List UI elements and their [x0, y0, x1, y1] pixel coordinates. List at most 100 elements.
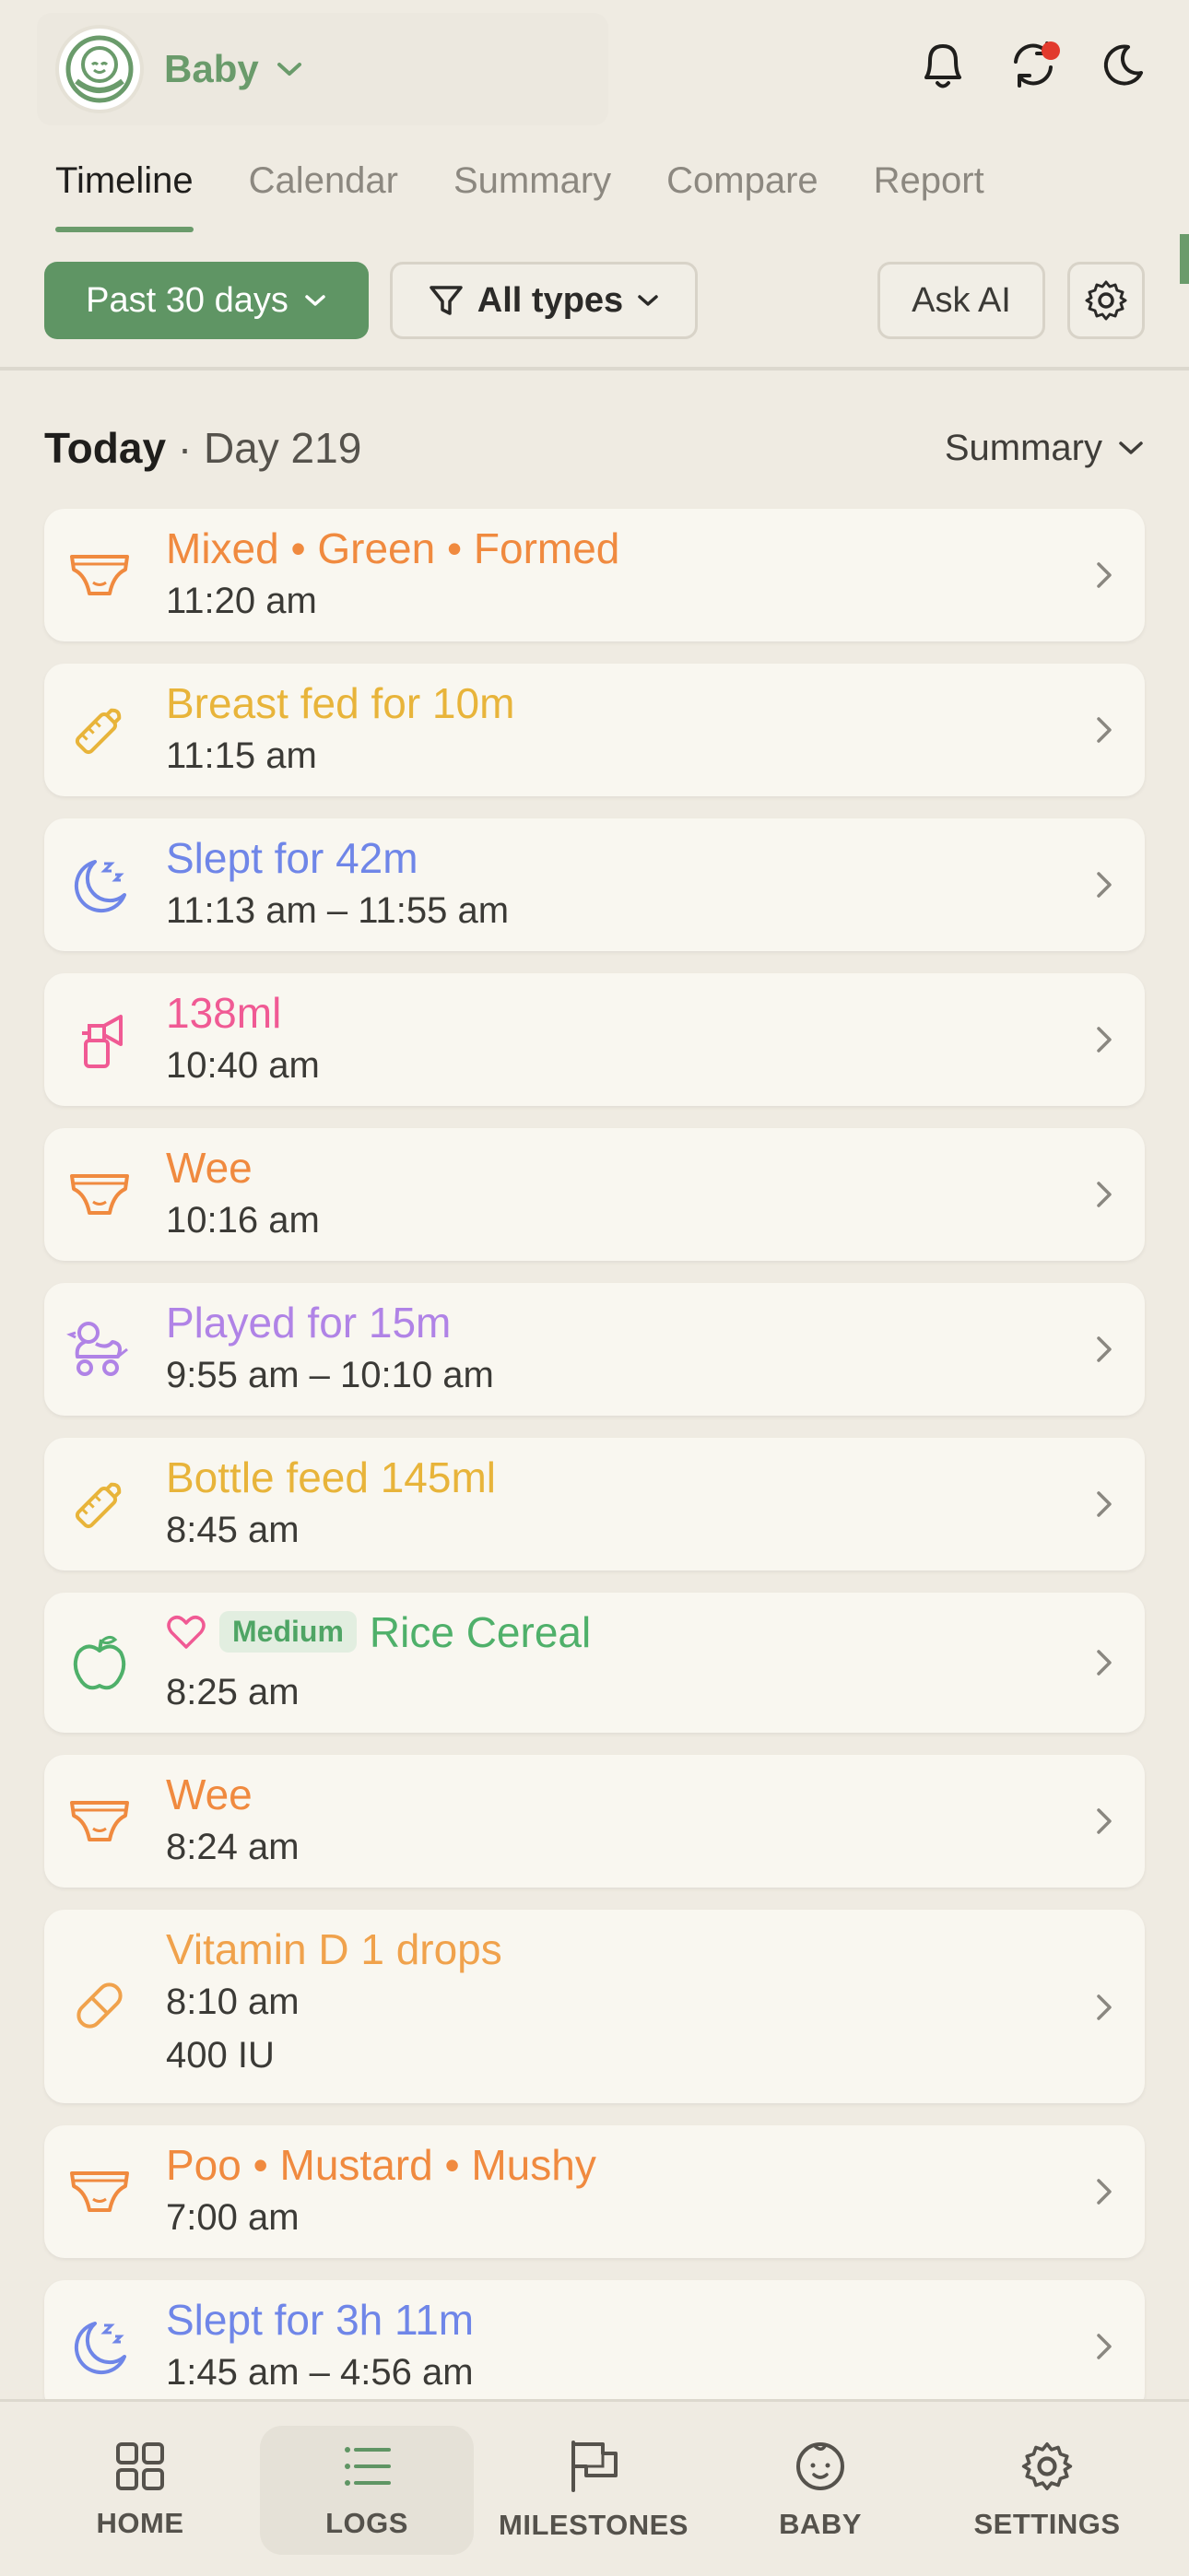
entry-title: Vitamin D 1 drops — [166, 1925, 502, 1973]
intensity-badge: Medium — [219, 1611, 357, 1653]
summary-toggle[interactable]: Summary — [945, 428, 1145, 469]
entry-time: 8:45 am — [166, 1510, 300, 1550]
entry-time: 8:25 am — [166, 1672, 300, 1712]
nav-label: BABY — [779, 2508, 862, 2540]
type-filter-label: All types — [477, 280, 624, 320]
bottle-icon — [65, 1469, 135, 1539]
list-item[interactable]: Wee 10:16 am — [44, 1128, 1145, 1261]
tab-report[interactable]: Report — [874, 147, 984, 236]
pill-icon — [65, 1970, 135, 2041]
filter-divider — [0, 367, 1189, 371]
entry-dose: 400 IU — [166, 2035, 275, 2076]
entry-title: Bottle feed 145ml — [166, 1453, 497, 1501]
sync-icon[interactable] — [1005, 36, 1062, 93]
header-actions — [914, 28, 1152, 101]
list-item[interactable]: Slept for 3h 11m 1:45 am – 4:56 am — [44, 2280, 1145, 2413]
gear-icon — [1085, 280, 1127, 321]
flag-icon — [571, 2441, 618, 2492]
tab-calendar[interactable]: Calendar — [249, 147, 398, 236]
bottle-icon — [65, 695, 135, 765]
list-item[interactable]: Wee 8:24 am — [44, 1755, 1145, 1888]
entry-title: Medium Rice Cereal — [166, 1607, 591, 1657]
entry-time: 9:55 am – 10:10 am — [166, 1355, 494, 1395]
chevron-right-icon — [1097, 2334, 1112, 2359]
chevron-right-icon — [1097, 1027, 1112, 1053]
chevron-right-icon — [1097, 1336, 1112, 1362]
view-tabs: Timeline Calendar Summary Compare Report — [55, 147, 1040, 236]
list-item[interactable]: Vitamin D 1 drops 8:10 am 400 IU — [44, 1910, 1145, 2103]
tab-compare[interactable]: Compare — [666, 147, 818, 236]
entry-time: 8:24 am — [166, 1827, 300, 1867]
entry-title: Played for 15m — [166, 1299, 452, 1347]
summary-label: Summary — [944, 427, 1102, 468]
list-item[interactable]: Mixed • Green • Formed 11:20 am — [44, 509, 1145, 641]
app-root: Baby Timeline Calendar Summary Compare R… — [0, 0, 1189, 2576]
date-range-label: Past 30 days — [86, 280, 288, 320]
filter-settings-button[interactable] — [1067, 262, 1145, 339]
entry-time: 8:10 am — [166, 1982, 300, 2022]
chevron-right-icon — [1097, 1650, 1112, 1676]
nav-logs[interactable]: LOGS — [260, 2426, 474, 2555]
moon-icon[interactable] — [1095, 36, 1152, 93]
apple-icon — [65, 1628, 135, 1698]
nav-label: HOME — [96, 2507, 184, 2539]
baby-switcher[interactable]: Baby — [37, 13, 608, 125]
bell-icon[interactable] — [914, 36, 971, 93]
toy-duck-icon — [65, 1314, 135, 1384]
day-title: Today · Day 219 — [44, 423, 361, 473]
entry-title: 138ml — [166, 989, 282, 1037]
entry-title: Mixed • Green • Formed — [166, 524, 620, 572]
chevron-right-icon — [1097, 1491, 1112, 1517]
entry-time: 11:20 am — [166, 581, 317, 621]
list-item[interactable]: Bottle feed 145ml 8:45 am — [44, 1438, 1145, 1570]
day-header: Today · Day 219 Summary — [44, 411, 1145, 485]
breast-pump-icon — [65, 1005, 135, 1075]
chevron-down-icon — [277, 63, 301, 76]
baby-face-icon — [796, 2442, 844, 2490]
nav-settings[interactable]: SETTINGS — [940, 2426, 1154, 2555]
entry-title: Poo • Mustard • Mushy — [166, 2141, 596, 2189]
list-item[interactable]: Medium Rice Cereal 8:25 am — [44, 1593, 1145, 1733]
chevron-down-icon — [1119, 441, 1143, 454]
nav-label: LOGS — [325, 2507, 408, 2539]
baby-avatar-icon — [55, 25, 144, 113]
heart-icon — [167, 1616, 206, 1649]
entry-time: 10:16 am — [166, 1200, 320, 1241]
notification-dot — [1042, 41, 1060, 60]
list-item[interactable]: Slept for 42m 11:13 am – 11:55 am — [44, 818, 1145, 951]
entry-time: 7:00 am — [166, 2197, 300, 2238]
list-icon — [345, 2447, 391, 2486]
ask-ai-button[interactable]: Ask AI — [877, 262, 1045, 339]
moon-sleep-icon — [65, 2311, 135, 2382]
chevron-right-icon — [1097, 717, 1112, 743]
list-item[interactable]: Breast fed for 10m 11:15 am — [44, 664, 1145, 796]
baby-name: Baby — [164, 47, 259, 90]
tab-timeline[interactable]: Timeline — [55, 147, 194, 236]
funnel-icon — [430, 286, 463, 315]
top-bar: Baby — [0, 0, 1189, 129]
entry-time: 1:45 am – 4:56 am — [166, 2352, 474, 2393]
chevron-down-icon — [638, 295, 658, 306]
tab-summary[interactable]: Summary — [453, 147, 611, 236]
entry-title: Slept for 42m — [166, 834, 418, 882]
list-item[interactable]: 138ml 10:40 am — [44, 973, 1145, 1106]
today-label: Today — [44, 424, 167, 472]
diaper-icon — [65, 1159, 135, 1229]
diaper-icon — [65, 2157, 135, 2227]
chevron-right-icon — [1097, 2179, 1112, 2205]
nav-home[interactable]: HOME — [33, 2426, 247, 2555]
list-item[interactable]: Played for 15m 9:55 am – 10:10 am — [44, 1283, 1145, 1416]
entry-title: Wee — [166, 1144, 253, 1192]
type-filter-button[interactable]: All types — [390, 262, 698, 339]
diaper-icon — [65, 1786, 135, 1856]
nav-milestones[interactable]: MILESTONES — [487, 2426, 700, 2555]
entry-title: Breast fed for 10m — [166, 679, 515, 727]
chevron-right-icon — [1097, 872, 1112, 898]
date-range-button[interactable]: Past 30 days — [44, 262, 369, 339]
nav-baby[interactable]: BABY — [713, 2426, 927, 2555]
moon-sleep-icon — [65, 850, 135, 920]
chevron-right-icon — [1097, 1182, 1112, 1207]
chevron-right-icon — [1097, 1808, 1112, 1834]
list-item[interactable]: Poo • Mustard • Mushy 7:00 am — [44, 2125, 1145, 2258]
grid-icon — [116, 2442, 164, 2490]
